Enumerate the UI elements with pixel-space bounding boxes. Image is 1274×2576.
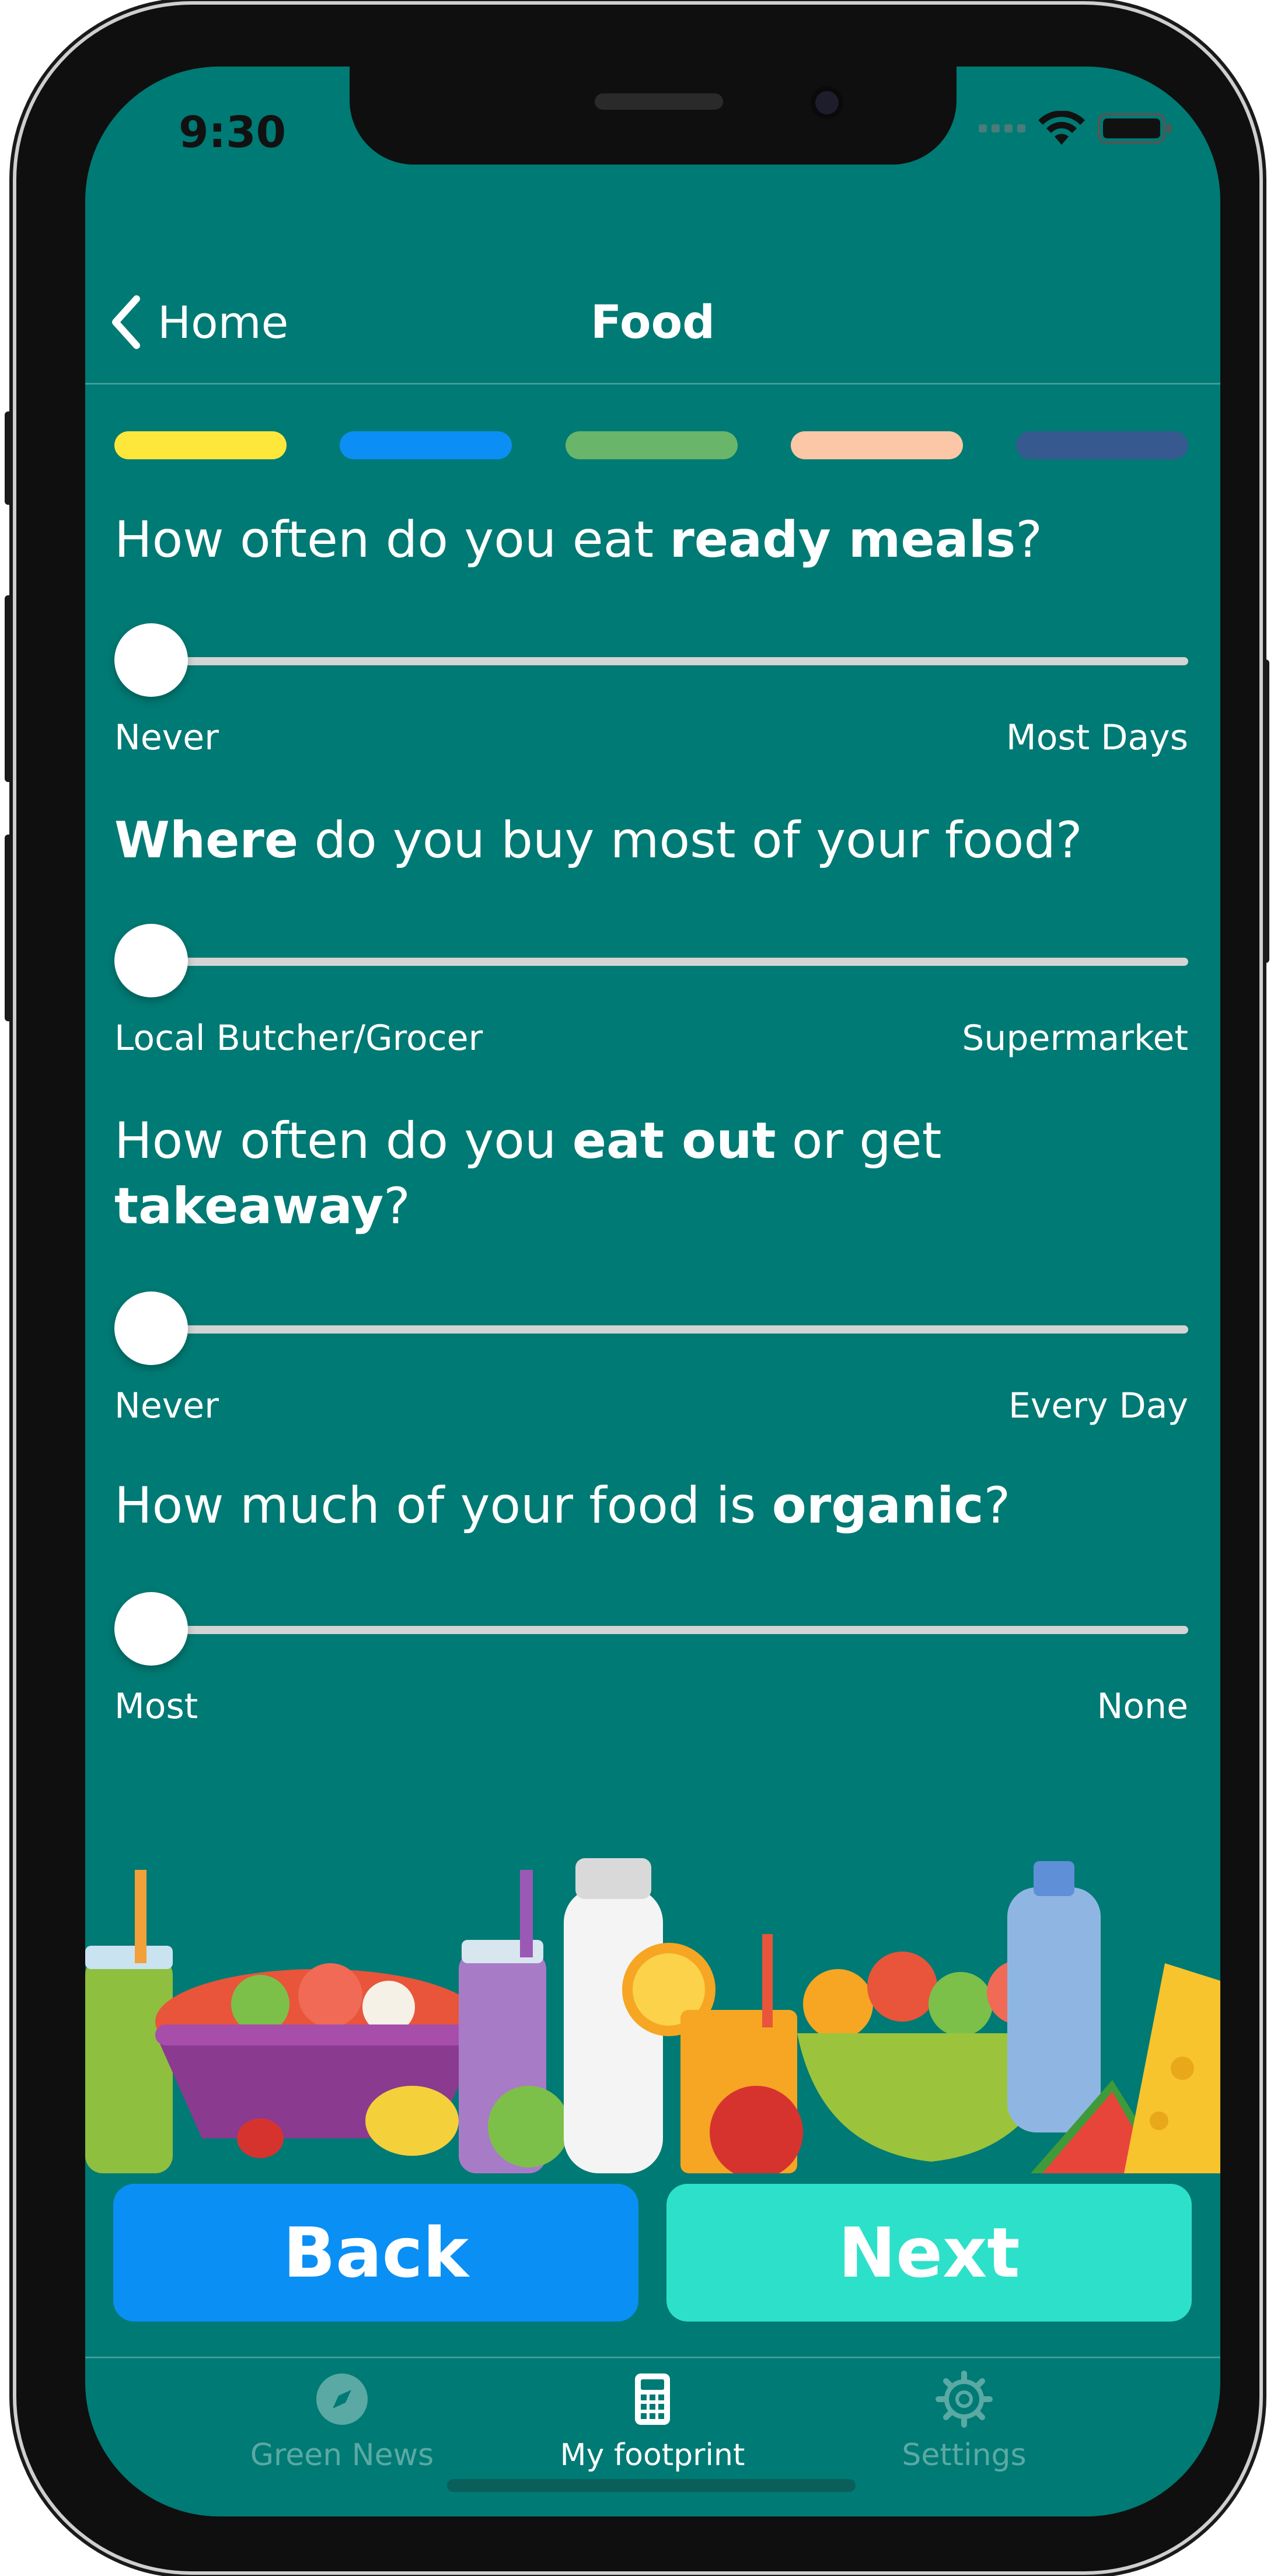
slider-where-buy[interactable] bbox=[114, 922, 1188, 997]
wifi-icon bbox=[1038, 111, 1085, 146]
tab-my-footprint[interactable]: My footprint bbox=[507, 2370, 798, 2473]
slider-min-label: Never bbox=[114, 717, 219, 758]
slider-ready-meals[interactable] bbox=[114, 621, 1188, 697]
front-camera bbox=[811, 86, 843, 119]
slider-labels: Never Most Days bbox=[114, 717, 1188, 758]
slider-min-label: Never bbox=[114, 1385, 219, 1426]
compass-icon bbox=[316, 2373, 368, 2425]
slider-min-label: Most bbox=[114, 1686, 198, 1727]
food-illustration bbox=[85, 1858, 1220, 2173]
page-title: Food bbox=[590, 296, 715, 349]
slider-thumb[interactable] bbox=[114, 1292, 188, 1365]
status-time: 9:30 bbox=[179, 107, 287, 158]
question-ready-meals: How often do you eat ready meals? bbox=[114, 511, 1043, 569]
slider-labels: Local Butcher/Grocer Supermarket bbox=[114, 1018, 1188, 1059]
back-button[interactable]: Back bbox=[113, 2184, 638, 2322]
phone-frame: 9:30 Home Food How often do you eat read… bbox=[16, 5, 1259, 2571]
tab-bar: Green News My footprint Settings bbox=[85, 2357, 1220, 2516]
next-button[interactable]: Next bbox=[666, 2184, 1192, 2322]
question-eat-out: How often do you eat out or get takeaway… bbox=[114, 1112, 942, 1235]
home-indicator bbox=[447, 2479, 856, 2492]
navigation-bar: Home Food bbox=[85, 259, 1220, 385]
slider-track bbox=[138, 958, 1188, 966]
tab-label: Green News bbox=[250, 2438, 434, 2473]
progress-step-2 bbox=[340, 431, 512, 459]
status-icons bbox=[979, 111, 1174, 146]
slider-track bbox=[138, 657, 1188, 665]
volume-up-button bbox=[5, 595, 16, 782]
progress-step-1 bbox=[114, 431, 287, 459]
progress-indicator bbox=[114, 431, 1188, 460]
tab-label: Settings bbox=[902, 2438, 1027, 2473]
gear-icon bbox=[936, 2371, 993, 2428]
volume-down-button bbox=[5, 835, 16, 1021]
slider-max-label: Every Day bbox=[1008, 1385, 1188, 1426]
cellular-signal-icon bbox=[979, 124, 1025, 132]
slider-track bbox=[138, 1626, 1188, 1634]
speaker bbox=[595, 93, 723, 110]
slider-thumb[interactable] bbox=[114, 623, 188, 697]
progress-step-5 bbox=[1016, 431, 1188, 459]
slider-max-label: None bbox=[1097, 1686, 1188, 1727]
screen: 9:30 Home Food How often do you eat read… bbox=[85, 67, 1220, 2516]
slider-max-label: Most Days bbox=[1006, 717, 1188, 758]
slider-eat-out[interactable] bbox=[114, 1289, 1188, 1365]
slider-min-label: Local Butcher/Grocer bbox=[114, 1018, 483, 1059]
slider-thumb[interactable] bbox=[114, 1592, 188, 1666]
tab-label: My footprint bbox=[560, 2438, 745, 2473]
power-button bbox=[1258, 659, 1269, 963]
question-organic: How much of your food is organic? bbox=[114, 1477, 1011, 1535]
slider-track bbox=[138, 1325, 1188, 1334]
tab-green-news[interactable]: Green News bbox=[196, 2370, 488, 2473]
calculator-icon bbox=[635, 2373, 670, 2425]
notch bbox=[350, 67, 957, 165]
progress-step-3 bbox=[565, 431, 738, 459]
slider-labels: Never Every Day bbox=[114, 1385, 1188, 1426]
slider-thumb[interactable] bbox=[114, 924, 188, 997]
progress-step-4 bbox=[790, 431, 963, 459]
silent-switch bbox=[5, 411, 16, 505]
slider-labels: Most None bbox=[114, 1686, 1188, 1727]
slider-organic[interactable] bbox=[114, 1590, 1188, 1666]
battery-icon bbox=[1098, 111, 1174, 146]
slider-max-label: Supermarket bbox=[962, 1018, 1188, 1059]
question-where-buy: Where do you buy most of your food? bbox=[114, 811, 1083, 870]
tab-settings[interactable]: Settings bbox=[818, 2370, 1110, 2473]
